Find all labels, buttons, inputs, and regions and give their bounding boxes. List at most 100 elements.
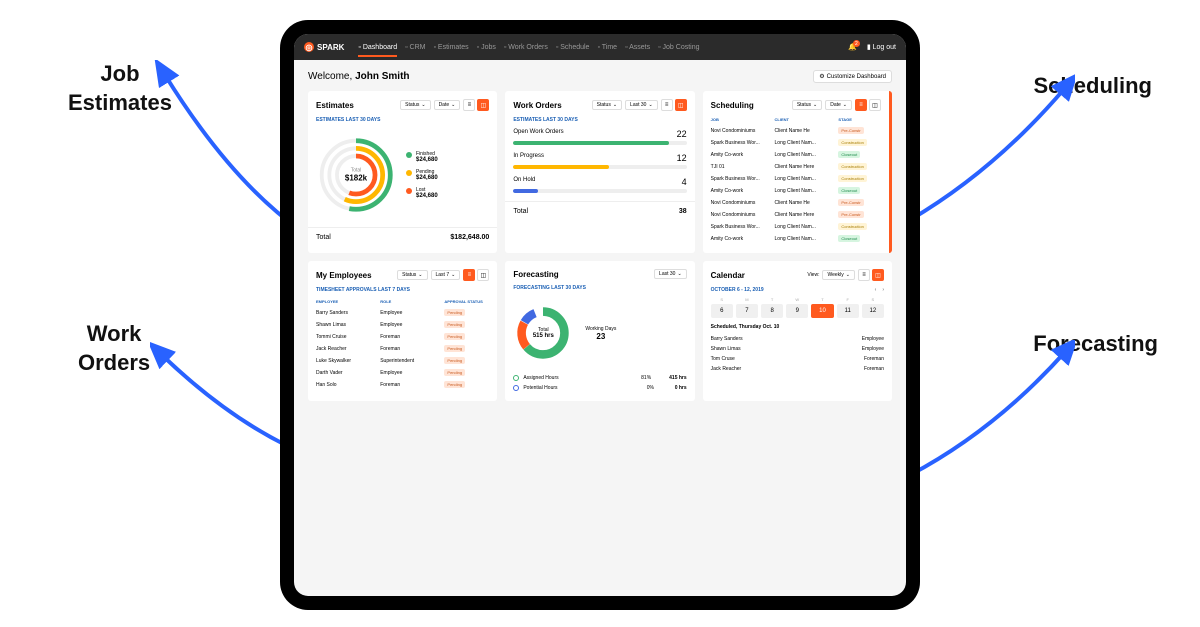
- employees-card: My Employees Status ⌄ Last 7 ⌄ ≡◫ TIMESH…: [308, 261, 497, 401]
- wo-status-select[interactable]: Status ⌄: [592, 100, 622, 110]
- employee-row[interactable]: Tommi CruiseForemanPending: [316, 331, 489, 343]
- topbar: ◎ SPARK ▫ Dashboard ▫ CRM ▫ Estimates ▫ Job…: [294, 34, 906, 60]
- fc-row: Assigned Hours81%415 hrs: [513, 373, 686, 383]
- calendar-title: Calendar: [711, 271, 745, 280]
- arrow-fc: [895, 340, 1075, 490]
- nav-assets[interactable]: ▫ Assets: [625, 44, 650, 51]
- cal-row[interactable]: Shawn LimasEmployee: [711, 344, 884, 354]
- wo-last-select[interactable]: Last 30 ⌄: [625, 100, 658, 110]
- emp-status-select[interactable]: Status ⌄: [397, 270, 427, 280]
- callout-work-orders: WorkOrders: [78, 320, 150, 377]
- nav-time[interactable]: ▫ Time: [597, 44, 617, 51]
- cal-next-icon[interactable]: ›: [882, 287, 884, 293]
- fc-last-select[interactable]: Last 30 ⌄: [654, 269, 687, 279]
- nav-work-orders[interactable]: ▫ Work Orders: [504, 44, 548, 51]
- main-nav: ▫ Dashboard▫ CRM▫ Estimates▫ Jobs▫ Work …: [358, 44, 699, 51]
- estimates-card: Estimates Status ⌄ Date ⌄ ≡◫ ESTIMATES L…: [308, 91, 497, 253]
- sch-date-select[interactable]: Date ⌄: [825, 100, 852, 110]
- logout-link[interactable]: ▮ Log out: [867, 43, 896, 51]
- nav-job-costing[interactable]: ▫ Job Costing: [658, 44, 699, 51]
- estimates-subhead: ESTIMATES LAST 30 DAYS: [316, 117, 489, 123]
- emp-subhead: TIMESHEET APPROVALS LAST 7 DAYS: [316, 287, 489, 293]
- logo-icon: ◎: [304, 42, 314, 52]
- scheduling-row[interactable]: Amity Co-workLong Client Nam...Closeout: [711, 149, 881, 161]
- sch-status-select[interactable]: Status ⌄: [792, 100, 822, 110]
- callout-scheduling: Scheduling: [1033, 72, 1152, 101]
- cal-day[interactable]: F11: [837, 297, 859, 318]
- cal-day[interactable]: W9: [786, 297, 808, 318]
- cal-row[interactable]: Jack ReacherForeman: [711, 364, 884, 374]
- fc-row: Potential Hours0%0 hrs: [513, 383, 686, 393]
- wo-bar-row: In Progress12: [513, 153, 686, 169]
- employee-row[interactable]: Darth VaderEmployeePending: [316, 367, 489, 379]
- callout-forecasting: Forecasting: [1033, 330, 1158, 359]
- scheduling-row[interactable]: Novi CondominiumsClient Name HePre-Const…: [711, 197, 881, 209]
- forecasting-donut: Total515 hrs: [513, 303, 573, 363]
- legend-item: Pending$24,680: [406, 169, 438, 181]
- workorders-title: Work Orders: [513, 101, 561, 110]
- scheduling-row[interactable]: Spark Business Wor...Long Client Nam...C…: [711, 221, 881, 233]
- cal-view-select[interactable]: Weekly ⌄: [822, 270, 855, 280]
- wo-bar-row: Open Work Orders22: [513, 129, 686, 145]
- nav-dashboard[interactable]: ▫ Dashboard: [358, 44, 397, 57]
- chart-view-icon[interactable]: ◫: [477, 269, 489, 281]
- cal-day[interactable]: T8: [761, 297, 783, 318]
- calendar-card: Calendar View: Weekly ⌄ ≡◫ OCTOBER 6 - 1…: [703, 261, 892, 401]
- callout-job-estimates: JobEstimates: [68, 60, 172, 117]
- logo: ◎ SPARK: [304, 42, 344, 52]
- scheduling-row[interactable]: Amity Co-workLong Client Nam...Closeout: [711, 185, 881, 197]
- forecasting-card: Forecasting Last 30 ⌄ FORECASTING LAST 3…: [505, 261, 694, 401]
- customize-dashboard-button[interactable]: ⚙ Customize Dashboard: [813, 70, 892, 83]
- scheduling-card: Scheduling Status ⌄ Date ⌄ ≡◫ JOBCLIENTS…: [703, 91, 892, 253]
- wo-bar-row: On Hold4: [513, 177, 686, 193]
- cal-day[interactable]: M7: [736, 297, 758, 318]
- legend-item: Finished$24,680: [406, 151, 438, 163]
- emp-last-select[interactable]: Last 7 ⌄: [431, 270, 461, 280]
- chart-view-icon[interactable]: ◫: [675, 99, 687, 111]
- forecasting-title: Forecasting: [513, 270, 558, 279]
- employee-row[interactable]: Han SoloForemanPending: [316, 379, 489, 391]
- cal-day[interactable]: S12: [862, 297, 884, 318]
- chart-view-icon[interactable]: ◫: [477, 99, 489, 111]
- workorders-card: Work Orders Status ⌄ Last 30 ⌄ ≡◫ ESTIMA…: [505, 91, 694, 253]
- chart-view-icon[interactable]: ◫: [869, 99, 881, 111]
- nav-estimates[interactable]: ▫ Estimates: [433, 44, 468, 51]
- employee-row[interactable]: Luke SkywalkerSuperintendentPending: [316, 355, 489, 367]
- list-view-icon[interactable]: ≡: [463, 99, 475, 111]
- chart-view-icon[interactable]: ◫: [872, 269, 884, 281]
- list-view-icon[interactable]: ≡: [855, 99, 867, 111]
- scheduling-row[interactable]: Spark Business Wor...Long Client Nam...C…: [711, 173, 881, 185]
- notifications-icon[interactable]: 🔔2: [848, 43, 857, 51]
- cal-day[interactable]: T10: [811, 297, 833, 318]
- list-view-icon[interactable]: ≡: [661, 99, 673, 111]
- estimates-status-select[interactable]: Status ⌄: [400, 100, 430, 110]
- scheduling-row[interactable]: TJI 01Client Name HereConstruction: [711, 161, 881, 173]
- nav-jobs[interactable]: ▫ Jobs: [477, 44, 496, 51]
- scheduling-row[interactable]: Spark Business Wor...Long Client Nam...C…: [711, 137, 881, 149]
- cal-row[interactable]: Tom CruseForeman: [711, 354, 884, 364]
- scheduling-row[interactable]: Novi CondominiumsClient Name HePre-Const…: [711, 125, 881, 137]
- list-view-icon[interactable]: ≡: [463, 269, 475, 281]
- list-view-icon[interactable]: ≡: [858, 269, 870, 281]
- app-screen: ◎ SPARK ▫ Dashboard ▫ CRM ▫ Estimates ▫ Job…: [294, 34, 906, 596]
- estimates-title: Estimates: [316, 101, 354, 110]
- scheduling-row[interactable]: Amity Co-workLong Client Nam...Closeout: [711, 233, 881, 245]
- employee-row[interactable]: Shawn LimasEmployeePending: [316, 319, 489, 331]
- scheduling-row[interactable]: Novi CondominiumsClient Name HerePre-Con…: [711, 209, 881, 221]
- nav-crm[interactable]: ▫ CRM: [405, 44, 425, 51]
- cal-row[interactable]: Barry SandersEmployee: [711, 334, 884, 344]
- cal-prev-icon[interactable]: ‹: [875, 287, 877, 293]
- estimates-donut: Total$182k: [316, 135, 396, 215]
- employee-row[interactable]: Barry SandersEmployeePending: [316, 307, 489, 319]
- cal-day[interactable]: S6: [711, 297, 733, 318]
- welcome-text: Welcome, John Smith: [308, 71, 410, 82]
- fc-subhead: FORECASTING LAST 30 DAYS: [513, 285, 686, 291]
- wo-subhead: ESTIMATES LAST 30 DAYS: [513, 117, 686, 123]
- employees-title: My Employees: [316, 271, 372, 280]
- estimates-date-select[interactable]: Date ⌄: [434, 100, 461, 110]
- notif-badge: 2: [853, 40, 860, 47]
- employee-row[interactable]: Jack ReacherForemanPending: [316, 343, 489, 355]
- nav-schedule[interactable]: ▫ Schedule: [556, 44, 590, 51]
- scheduling-title: Scheduling: [711, 101, 754, 110]
- legend-item: Lost$24,680: [406, 187, 438, 199]
